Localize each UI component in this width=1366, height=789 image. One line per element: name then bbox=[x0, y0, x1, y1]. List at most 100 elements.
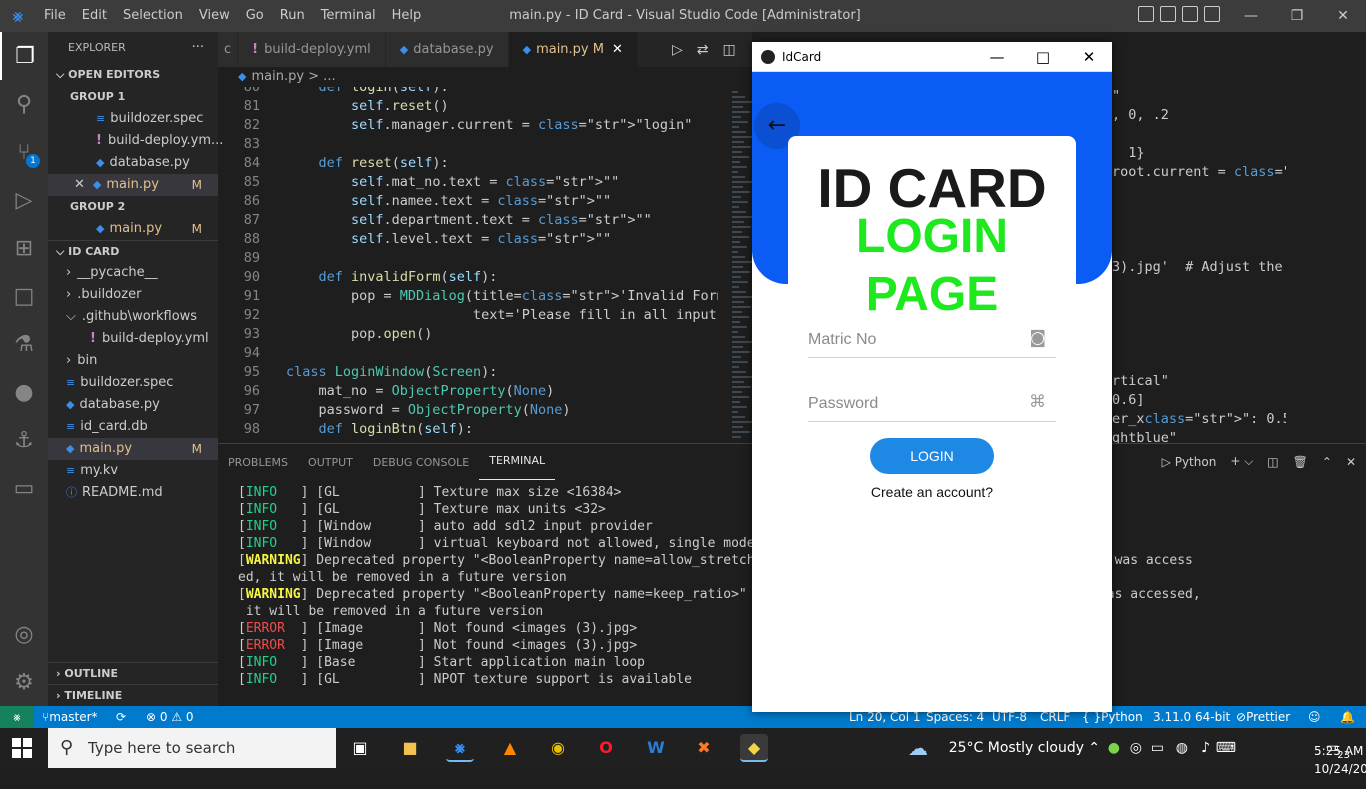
code-line[interactable]: ghtblue" bbox=[1112, 429, 1177, 443]
close-tab-icon[interactable]: ✕ bbox=[612, 42, 623, 57]
tab-problems[interactable]: PROBLEMS bbox=[218, 444, 298, 480]
code-line[interactable]: 89 bbox=[218, 249, 718, 268]
terminal-shell-selector[interactable]: ▷ Python bbox=[1162, 455, 1217, 469]
tab-terminal[interactable]: TERMINAL bbox=[479, 444, 556, 480]
tree-file[interactable]: ≡ my.kv bbox=[48, 460, 218, 482]
feedback-icon[interactable]: ☺ bbox=[1308, 706, 1321, 728]
manage-gear-icon[interactable]: ⚙ bbox=[0, 658, 48, 706]
taskbar-search[interactable]: ⚲ Type here to search bbox=[48, 728, 336, 768]
new-terminal-icon[interactable]: + ⌵ bbox=[1230, 454, 1253, 469]
app-close-button[interactable]: ✕ bbox=[1066, 42, 1112, 72]
menu-selection[interactable]: Selection bbox=[115, 0, 191, 32]
python-interpreter[interactable]: 3.11.0 64-bit bbox=[1153, 706, 1230, 728]
compare-icon[interactable]: ⇄ bbox=[697, 42, 709, 58]
timeline-section[interactable]: › TIMELINE bbox=[48, 684, 218, 706]
toggle-secondary-sidebar-icon[interactable] bbox=[1182, 6, 1198, 22]
network-icon[interactable]: ◍ bbox=[1176, 728, 1188, 768]
tab-partial[interactable]: c bbox=[218, 32, 239, 67]
remote-indicator-icon[interactable]: ⨳ bbox=[0, 706, 34, 728]
weather-text[interactable]: 25°C Mostly cloudy bbox=[949, 728, 1084, 768]
testing-icon[interactable]: ⚗ bbox=[0, 320, 48, 368]
code-line[interactable]: 83 bbox=[218, 135, 718, 154]
extensions-icon[interactable]: ⊞ bbox=[0, 224, 48, 272]
notification-center-icon[interactable]: ▭23 bbox=[1326, 728, 1352, 770]
matric-no-field[interactable]: ◙ bbox=[808, 326, 1056, 358]
code-editor[interactable]: 80 def login(self): 81 self.reset() 82 sel… bbox=[218, 87, 718, 443]
open-editor-item[interactable]: ! build-deploy.ym... bbox=[48, 130, 223, 152]
minimap[interactable] bbox=[718, 87, 753, 443]
code-line[interactable]: er_xclass="str">": 0.5, "center_y": bbox=[1112, 410, 1286, 429]
show-hidden-icons[interactable]: ⌃ bbox=[1088, 728, 1100, 768]
word-icon[interactable]: W bbox=[642, 734, 670, 762]
more-actions-icon[interactable]: ··· bbox=[192, 32, 204, 64]
code-line[interactable]: 81 self.reset() bbox=[218, 97, 718, 116]
restore-button[interactable]: ❐ bbox=[1274, 0, 1320, 32]
code-line[interactable]: 87 self.department.text = class="str">"" bbox=[218, 211, 718, 230]
code-line[interactable]: rtical" bbox=[1112, 372, 1169, 391]
file-explorer-icon[interactable]: ■ bbox=[396, 734, 424, 762]
menu-edit[interactable]: Edit bbox=[74, 0, 115, 32]
code-line[interactable]: 3).jpg' # Adjust the i bbox=[1112, 258, 1286, 277]
code-line[interactable]: 92 text='Please fill in all inputs w bbox=[218, 306, 718, 325]
group1-label[interactable]: GROUP 1 bbox=[48, 86, 218, 108]
task-view-icon[interactable]: ▣ bbox=[346, 734, 374, 762]
tab-output[interactable]: OUTPUT bbox=[298, 444, 363, 480]
code-editor-secondary[interactable]: ", 0, .2 1}root.current = class="str">"h… bbox=[1112, 87, 1286, 443]
tree-folder[interactable]: › .buildozer bbox=[48, 284, 218, 306]
code-line[interactable]: 94 bbox=[218, 344, 718, 363]
tab-debug-console[interactable]: DEBUG CONSOLE bbox=[363, 444, 479, 480]
tab-database[interactable]: ◆ database.py bbox=[385, 32, 509, 67]
tree-folder[interactable]: › bin bbox=[48, 350, 218, 372]
open-editor-item[interactable]: ◆ database.py bbox=[48, 152, 218, 174]
vscode-taskbar-icon[interactable]: ⨳ bbox=[446, 734, 474, 762]
notifications-bell-icon[interactable]: 🔔 bbox=[1340, 706, 1355, 728]
tree-file[interactable]: ◆ main.py M bbox=[48, 438, 218, 460]
sync-icon[interactable]: ⟳ bbox=[116, 706, 126, 728]
matric-no-input[interactable] bbox=[808, 326, 1018, 354]
code-line[interactable]: 82 self.manager.current = class="str">"l… bbox=[218, 116, 718, 135]
remote-explorer-icon[interactable]: □ bbox=[0, 272, 48, 320]
minimap-secondary[interactable] bbox=[1286, 87, 1366, 443]
run-debug-icon[interactable]: ▷ bbox=[0, 176, 48, 224]
volume-icon[interactable]: ♪ bbox=[1201, 728, 1210, 768]
code-line[interactable]: root.current = class="str">"home" bbox=[1112, 163, 1286, 182]
branch-indicator[interactable]: ⑂ master* bbox=[42, 706, 98, 728]
password-input[interactable] bbox=[808, 390, 1018, 418]
prettier-status[interactable]: ⊘ Prettier bbox=[1236, 706, 1290, 728]
code-line[interactable]: 97 password = ObjectProperty(None) bbox=[218, 401, 718, 420]
menu-view[interactable]: View bbox=[191, 0, 238, 32]
explorer-icon[interactable]: ❐ bbox=[0, 32, 48, 80]
breadcrumb[interactable]: ◆ main.py > ... bbox=[218, 67, 752, 87]
split-editor-icon[interactable]: ◫ bbox=[723, 42, 736, 58]
code-line[interactable]: 0.6] bbox=[1112, 391, 1145, 410]
code-line[interactable]: 96 mat_no = ObjectProperty(None) bbox=[218, 382, 718, 401]
tab-main-py[interactable]: ◆ main.py M ✕ bbox=[508, 32, 638, 67]
battery-icon[interactable]: ▭ bbox=[1151, 728, 1164, 768]
tree-file[interactable]: ◆ database.py bbox=[48, 394, 218, 416]
windows-start-icon[interactable] bbox=[12, 738, 32, 758]
tree-file[interactable]: ≡ buildozer.spec bbox=[48, 372, 218, 394]
github-icon[interactable]: ● bbox=[0, 368, 48, 416]
xampp-icon[interactable]: ✖ bbox=[690, 734, 718, 762]
code-line[interactable]: 84 def reset(self): bbox=[218, 154, 718, 173]
menu-run[interactable]: Run bbox=[272, 0, 313, 32]
comments-icon[interactable]: ▭ bbox=[0, 464, 48, 512]
search-icon[interactable]: ⚲ bbox=[0, 80, 48, 128]
menu-file[interactable]: File bbox=[36, 0, 74, 32]
group2-label[interactable]: GROUP 2 bbox=[48, 196, 218, 218]
open-editor-item[interactable]: ≡ buildozer.spec bbox=[48, 108, 218, 130]
tray-app-icon[interactable]: ◎ bbox=[1130, 728, 1142, 768]
code-line[interactable]: 1} bbox=[1112, 144, 1144, 163]
tree-file[interactable]: ⓘ README.md bbox=[48, 482, 218, 504]
toggle-panel-icon[interactable] bbox=[1160, 6, 1176, 22]
tree-file[interactable]: ! build-deploy.yml bbox=[48, 328, 218, 350]
login-button[interactable]: LOGIN bbox=[870, 438, 994, 474]
tree-file[interactable]: ≡ id_card.db bbox=[48, 416, 218, 438]
source-control-icon[interactable]: ⑂ 1 bbox=[0, 128, 48, 176]
python-taskbar-icon[interactable]: ◆ bbox=[740, 734, 768, 762]
code-line[interactable]: 88 self.level.text = class="str">"" bbox=[218, 230, 718, 249]
app-minimize-button[interactable]: — bbox=[974, 42, 1020, 72]
code-line[interactable]: , 0, .2 bbox=[1112, 106, 1169, 125]
close-editor-icon[interactable]: ✕ bbox=[74, 177, 85, 192]
open-editor-item[interactable]: ✕ ◆ main.py M bbox=[48, 174, 218, 196]
